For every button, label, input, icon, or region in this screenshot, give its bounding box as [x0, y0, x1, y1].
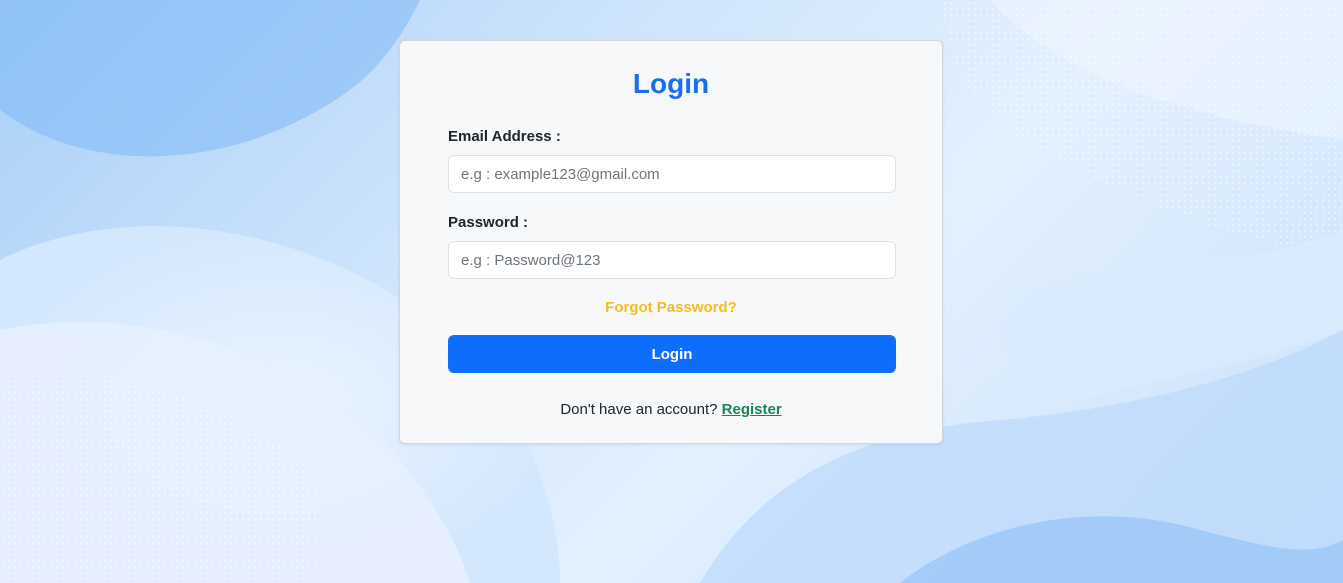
email-field[interactable] — [448, 155, 896, 193]
password-field[interactable] — [448, 241, 896, 279]
page-title: Login — [632, 68, 710, 99]
register-prompt-text: Don't have an account? — [560, 401, 718, 418]
login-card: Login Email Address : Password : Forgot … — [399, 40, 943, 444]
forgot-password-link[interactable]: Forgot Password? — [400, 298, 942, 318]
register-link[interactable]: Register — [722, 401, 782, 418]
password-label: Password : — [448, 214, 529, 231]
email-label: Email Address : — [448, 128, 561, 145]
login-button[interactable]: Login — [448, 335, 896, 373]
register-prompt: Don't have an account? Register — [400, 400, 942, 420]
